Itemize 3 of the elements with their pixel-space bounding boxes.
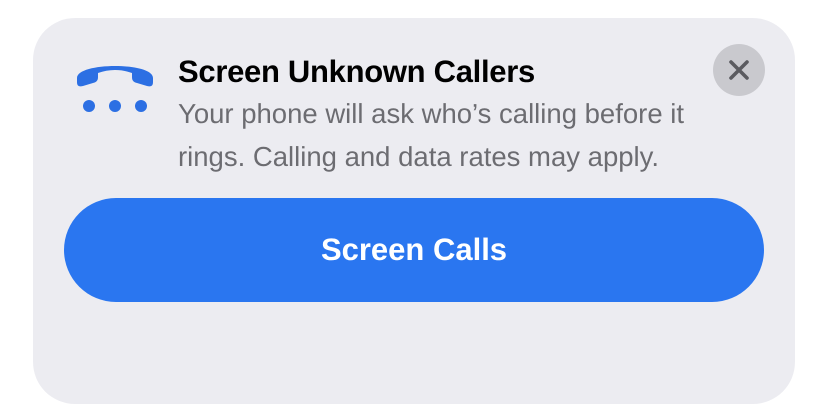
banner-title: Screen Unknown Callers <box>178 53 536 91</box>
banner-message: Your phone will ask who’s calling before it rings. Calling and data rates may apply. <box>178 97 685 174</box>
screen-calls-button[interactable]: Screen Calls <box>64 198 764 302</box>
